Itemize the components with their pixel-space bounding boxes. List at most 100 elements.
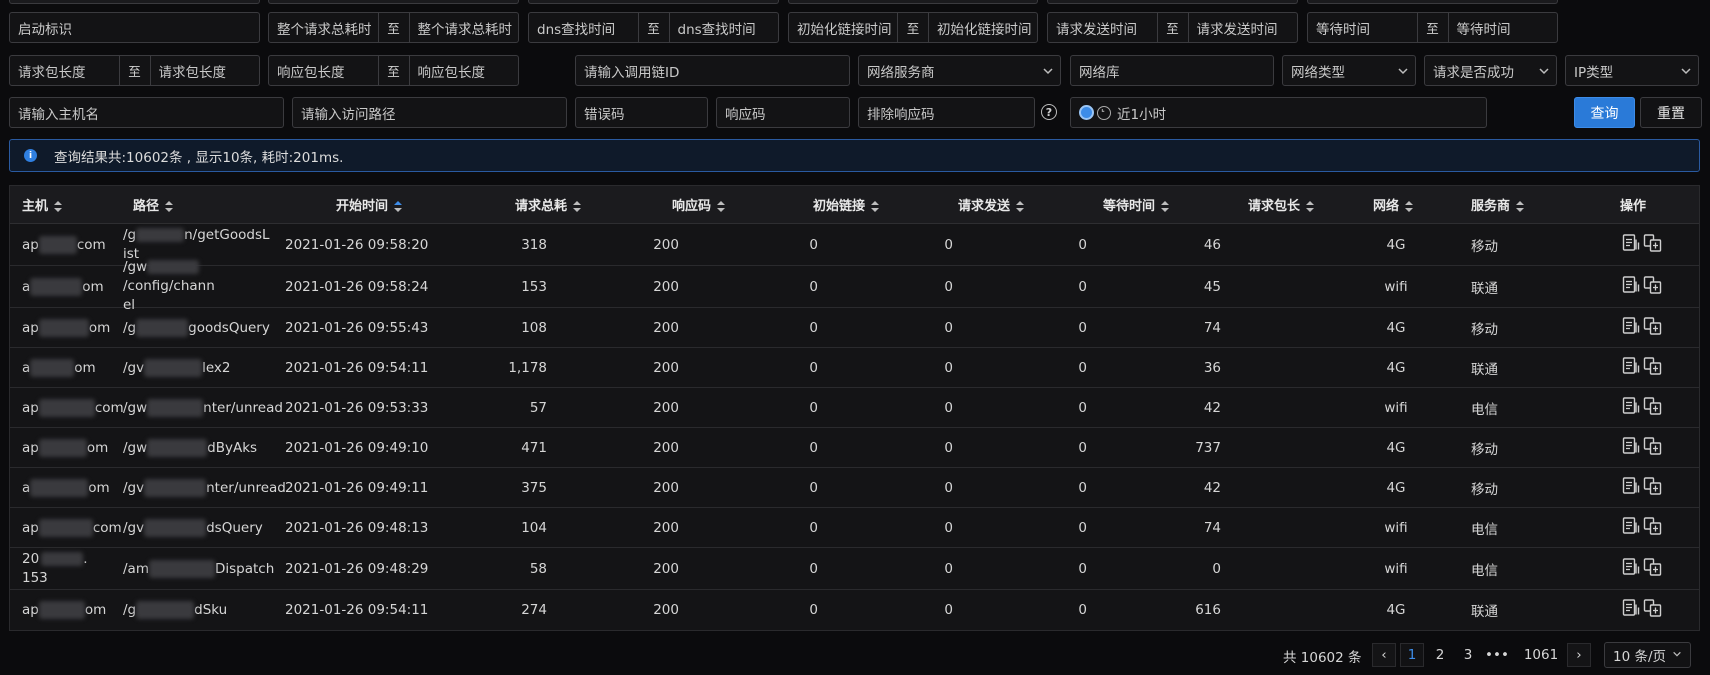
init-connect-range[interactable]: 初始化链接时间至初始化链接时间 xyxy=(788,12,1038,43)
sort-icon[interactable] xyxy=(1306,201,1315,212)
row-actions xyxy=(1622,599,1662,622)
col-path[interactable]: 路径 xyxy=(133,195,174,214)
page-last[interactable]: 1061 xyxy=(1521,643,1561,667)
range-to[interactable]: 请求包长度 xyxy=(151,61,260,81)
detail-icon[interactable] xyxy=(1622,275,1641,298)
path-input[interactable]: 请输入访问路径 xyxy=(292,97,567,128)
range-to[interactable]: 请求发送时间 xyxy=(1189,18,1298,38)
col-request-size[interactable]: 请求包长 xyxy=(1248,195,1315,214)
range-from[interactable]: 请求包长度 xyxy=(10,61,119,81)
cell-path: /g dSku xyxy=(123,601,228,619)
trace-icon[interactable] xyxy=(1643,557,1662,580)
detail-icon[interactable] xyxy=(1622,516,1641,539)
col-response-code[interactable]: 响应码 xyxy=(672,195,726,214)
page-ellipsis[interactable]: ••• xyxy=(1485,643,1509,667)
detail-icon[interactable] xyxy=(1622,316,1641,339)
trace-icon[interactable] xyxy=(1643,275,1662,298)
page-2[interactable]: 2 xyxy=(1428,643,1452,667)
col-network[interactable]: 网络 xyxy=(1373,195,1414,214)
detail-icon[interactable] xyxy=(1622,233,1641,256)
response-size-range[interactable]: 响应包长度至响应包长度 xyxy=(268,55,519,86)
cell-request-size: 737 xyxy=(1195,439,1221,456)
page-3[interactable]: 3 xyxy=(1456,643,1480,667)
sort-icon[interactable] xyxy=(871,201,880,212)
request-send-range[interactable]: 请求发送时间至请求发送时间 xyxy=(1047,12,1298,43)
trace-icon[interactable] xyxy=(1643,476,1662,499)
wait-time-range[interactable]: 等待时间至等待时间 xyxy=(1307,12,1558,43)
col-total-time[interactable]: 请求总耗 xyxy=(515,195,582,214)
col-init-connect[interactable]: 初始链接 xyxy=(813,195,880,214)
success-placeholder: 请求是否成功 xyxy=(1433,64,1514,81)
network-type-select[interactable]: 网络类型 xyxy=(1282,55,1416,86)
prev-page-button[interactable]: ‹ xyxy=(1372,643,1396,667)
detail-icon[interactable] xyxy=(1622,599,1641,622)
range-to[interactable]: 整个请求总耗时 xyxy=(410,18,519,38)
trace-icon[interactable] xyxy=(1643,316,1662,339)
response-code-input[interactable]: 响应码 xyxy=(716,97,850,128)
col-host[interactable]: 主机 xyxy=(22,195,63,214)
sort-icon[interactable] xyxy=(394,201,403,212)
cell-wait-time: 0 xyxy=(1078,479,1087,496)
reset-button[interactable]: 重置 xyxy=(1640,97,1702,128)
hostname-input[interactable]: 请输入主机名 xyxy=(9,97,284,128)
error-code-placeholder: 错误码 xyxy=(584,106,625,123)
question-icon[interactable]: ? xyxy=(1041,104,1057,120)
next-page-button[interactable]: › xyxy=(1567,643,1591,667)
range-to[interactable]: 初始化链接时间 xyxy=(929,18,1037,38)
col-label: 网络 xyxy=(1373,199,1400,214)
sort-icon[interactable] xyxy=(1405,201,1414,212)
dns-time-range[interactable]: dns查找时间至 dns查找时间 xyxy=(528,12,779,43)
sort-icon[interactable] xyxy=(1016,201,1025,212)
range-from[interactable]: 整个请求总耗时 xyxy=(269,18,378,38)
sort-icon[interactable] xyxy=(573,201,582,212)
trace-icon[interactable] xyxy=(1643,396,1662,419)
trace-icon[interactable] xyxy=(1643,516,1662,539)
cell-host: ap com xyxy=(22,398,124,417)
detail-icon[interactable] xyxy=(1622,557,1641,580)
launch-id-input[interactable]: 启动标识 xyxy=(9,12,260,43)
error-code-input[interactable]: 错误码 xyxy=(575,97,708,128)
range-to[interactable]: 等待时间 xyxy=(1449,18,1558,38)
range-to[interactable]: 响应包长度 xyxy=(410,61,519,81)
trace-icon[interactable] xyxy=(1643,233,1662,256)
trace-icon[interactable] xyxy=(1643,356,1662,379)
col-isp[interactable]: 服务商 xyxy=(1471,195,1525,214)
detail-icon[interactable] xyxy=(1622,396,1641,419)
exclude-response-code-input[interactable]: 排除响应码 xyxy=(858,97,1035,128)
range-from[interactable]: 响应包长度 xyxy=(269,61,378,81)
sort-icon[interactable] xyxy=(1516,201,1525,212)
trace-icon[interactable] xyxy=(1643,599,1662,622)
range-to[interactable]: dns查找时间 xyxy=(670,18,779,38)
detail-icon[interactable] xyxy=(1622,476,1641,499)
cell-isp: 电信 xyxy=(1471,521,1498,538)
sort-icon[interactable] xyxy=(717,201,726,212)
sort-icon[interactable] xyxy=(165,201,174,212)
time-mode-icon[interactable] xyxy=(1079,105,1094,120)
sort-icon[interactable] xyxy=(54,201,63,212)
col-start-time[interactable]: 开始时间 xyxy=(336,195,403,214)
network-lib-input[interactable]: 网络库 xyxy=(1070,55,1274,86)
page-1[interactable]: 1 xyxy=(1400,643,1424,667)
cell-request-size: 42 xyxy=(1203,479,1221,496)
isp-select[interactable]: 网络服务商 xyxy=(858,55,1061,86)
range-from[interactable]: dns查找时间 xyxy=(529,18,638,38)
detail-icon[interactable] xyxy=(1622,436,1641,459)
range-from[interactable]: 等待时间 xyxy=(1308,18,1417,38)
ip-type-select[interactable]: IP类型 xyxy=(1565,55,1699,86)
range-from[interactable]: 初始化链接时间 xyxy=(789,18,897,38)
trace-icon[interactable] xyxy=(1643,436,1662,459)
col-wait-time[interactable]: 等待时间 xyxy=(1103,195,1170,214)
clock-icon[interactable] xyxy=(1097,105,1111,120)
page-size-select[interactable]: 10 条/页 xyxy=(1604,642,1692,668)
range-separator: 至 xyxy=(1416,13,1449,42)
time-range-picker[interactable]: 近1小时 xyxy=(1070,97,1487,128)
success-select[interactable]: 请求是否成功 xyxy=(1424,55,1557,86)
trace-id-input[interactable]: 请输入调用链ID xyxy=(575,55,850,86)
col-request-send[interactable]: 请求发送 xyxy=(958,195,1025,214)
request-size-range[interactable]: 请求包长度至请求包长度 xyxy=(9,55,260,86)
range-from[interactable]: 请求发送时间 xyxy=(1048,18,1157,38)
sort-icon[interactable] xyxy=(1161,201,1170,212)
total-duration-range[interactable]: 整个请求总耗时至整个请求总耗时 xyxy=(268,12,519,43)
query-button[interactable]: 查询 xyxy=(1574,97,1635,128)
detail-icon[interactable] xyxy=(1622,356,1641,379)
